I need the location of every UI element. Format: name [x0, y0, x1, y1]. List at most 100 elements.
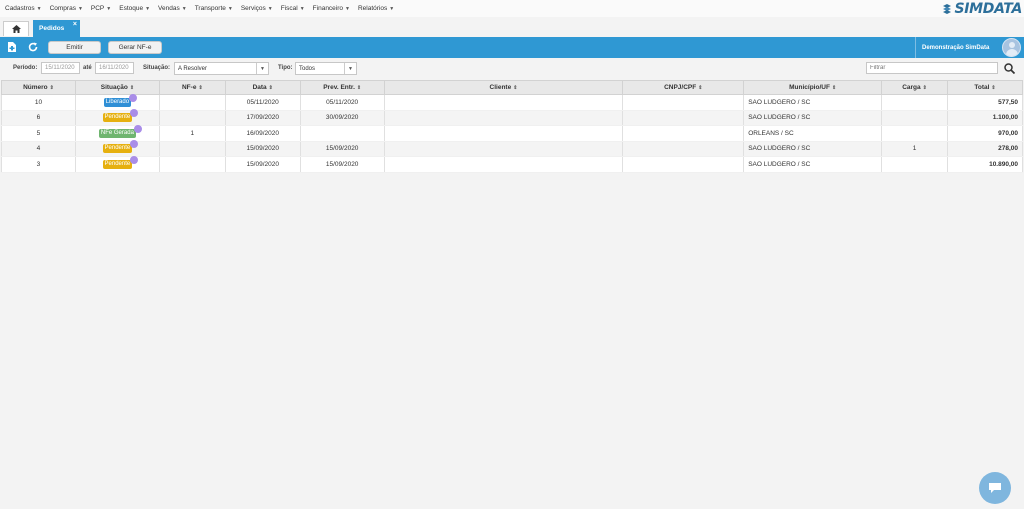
- header-carga[interactable]: Carga ⇕: [881, 80, 949, 95]
- cell-cliente: [383, 110, 624, 126]
- situacao-select[interactable]: A Resolver ▼: [174, 62, 269, 75]
- table-row[interactable]: 4 Pendente 15/09/2020 15/09/2020 SAO LUDGERO…: [1, 140, 1023, 157]
- home-tab[interactable]: [3, 21, 29, 36]
- cell-cnpj: [622, 156, 745, 173]
- tab-pedidos[interactable]: Pedidos ×: [33, 20, 80, 37]
- sort-icon: ⇕: [356, 85, 362, 91]
- cell-carga: [881, 156, 949, 173]
- ate-label: até: [83, 65, 92, 71]
- cell-carga: [881, 94, 949, 111]
- tab-bar: Pedidos ×: [0, 20, 1024, 37]
- sort-icon: ⇕: [698, 85, 703, 91]
- table-row[interactable]: 6 Pendente 17/09/2020 30/09/2020 SAO LUDGERO…: [1, 109, 1023, 126]
- cell-nfe: [158, 94, 226, 111]
- menu-relatorios[interactable]: Relatórios ▼: [358, 5, 394, 12]
- menu-transporte[interactable]: Transporte ▼: [195, 5, 233, 12]
- menu-pcp[interactable]: PCP ▼: [91, 5, 111, 12]
- cell-total: 1.100,00: [947, 110, 1023, 126]
- menu-vendas[interactable]: Vendas ▼: [158, 5, 187, 12]
- gerar-nfe-button[interactable]: Gerar NF-e: [108, 41, 162, 54]
- header-data[interactable]: Data ⇕: [224, 80, 301, 95]
- cell-municipio: SAO LUDGERO / SC: [743, 156, 883, 173]
- menu-fiscal[interactable]: Fiscal ▼: [281, 5, 305, 12]
- sort-icon: ⇕: [922, 85, 927, 91]
- menu-financeiro[interactable]: Financeiro ▼: [313, 5, 350, 12]
- badge-info-icon: [130, 155, 139, 164]
- logo-text: SIMDATA: [954, 1, 1022, 17]
- cell-total: 577,50: [947, 94, 1023, 111]
- cell-prev: 30/09/2020: [299, 110, 385, 126]
- cell-prev: 15/09/2020: [299, 141, 385, 157]
- date-from-field[interactable]: 15/11/2020: [41, 62, 80, 74]
- cell-numero: 5: [1, 125, 76, 142]
- cell-cliente: [383, 156, 624, 173]
- cell-numero: 6: [1, 110, 76, 126]
- sort-icon: ⇕: [129, 85, 135, 91]
- logo-mark-icon: [943, 4, 952, 14]
- cell-cnpj: [622, 110, 745, 126]
- tab-pedidos-label: Pedidos: [39, 25, 65, 32]
- chat-button[interactable]: [979, 472, 1011, 504]
- cell-nfe: [158, 110, 226, 126]
- search-icon[interactable]: [1004, 63, 1015, 74]
- filtrar-input[interactable]: [866, 62, 998, 74]
- home-icon: [11, 25, 21, 33]
- emitir-button[interactable]: Emitir: [48, 41, 101, 54]
- cell-data: 16/09/2020: [224, 125, 301, 142]
- user-menu[interactable]: Demonstração SimData: [915, 37, 1024, 58]
- table-header-row: Número ⇕ Situação ⇕ NF-e ⇕ Data ⇕ Prev. Entr…: [1, 80, 1023, 95]
- status-badge: NFe Gerada: [98, 124, 142, 138]
- tipo-select[interactable]: Todos ▼: [295, 62, 357, 75]
- cell-numero: 3: [1, 156, 76, 173]
- menu-compras[interactable]: Compras ▼: [50, 5, 83, 12]
- sort-icon: ⇕: [268, 85, 273, 91]
- cell-municipio: SAO LUDGERO / SC: [743, 94, 883, 111]
- cell-nfe: 1: [158, 125, 226, 142]
- badge-info-icon: [130, 109, 139, 118]
- header-total[interactable]: Total ⇕: [947, 80, 1023, 95]
- cell-cliente: [383, 141, 624, 157]
- tipo-label: Tipo:: [278, 65, 293, 71]
- header-cnpj-cpf[interactable]: CNPJ/CPF ⇕: [622, 80, 745, 95]
- toolbar: Emitir Gerar NF-e Demonstração SimData: [0, 37, 1024, 58]
- cell-prev: 15/09/2020: [299, 156, 385, 173]
- status-badge: Pendente: [102, 109, 139, 123]
- cell-carga: 1: [881, 141, 949, 157]
- cell-cnpj: [622, 125, 745, 142]
- close-icon[interactable]: ×: [73, 21, 77, 28]
- menu-cadastros[interactable]: Cadastros ▼: [5, 5, 42, 12]
- chevron-down-icon: ▼: [256, 63, 268, 74]
- header-cliente[interactable]: Cliente ⇕: [383, 80, 624, 95]
- header-municipio-uf[interactable]: Município/UF ⇕: [743, 80, 883, 95]
- refresh-icon[interactable]: [28, 42, 38, 55]
- table-row[interactable]: 5 NFe Gerada 1 16/09/2020 ORLEANS / SC 970,00: [1, 124, 1023, 142]
- main-menu: Cadastros ▼ Compras ▼ PCP ▼ Estoque ▼ Vendas…: [0, 0, 1024, 17]
- header-numero[interactable]: Número ⇕: [1, 80, 76, 95]
- header-situacao[interactable]: Situação ⇕: [74, 80, 160, 95]
- situacao-value: A Resolver: [178, 66, 208, 72]
- sort-icon: ⇕: [49, 85, 54, 91]
- table-row[interactable]: 3 Pendente 15/09/2020 15/09/2020 SAO LUDGERO…: [1, 155, 1023, 173]
- user-name: Demonstração SimData: [922, 44, 990, 51]
- cell-municipio: SAO LUDGERO / SC: [743, 110, 883, 126]
- date-to-field[interactable]: 16/11/2020: [95, 62, 134, 74]
- new-document-icon[interactable]: [8, 42, 16, 55]
- cell-cnpj: [622, 141, 745, 157]
- cell-cnpj: [622, 94, 745, 111]
- sort-icon: ⇕: [991, 85, 996, 91]
- cell-numero: 4: [1, 141, 76, 157]
- cell-carga: [881, 125, 949, 142]
- avatar[interactable]: [1002, 38, 1021, 57]
- sort-icon: ⇕: [831, 85, 837, 91]
- cell-numero: 10: [1, 94, 76, 111]
- badge-info-icon: [129, 93, 138, 102]
- table-row[interactable]: 10 Liberado 05/11/2020 05/11/2020 SAO LUDGER…: [1, 93, 1023, 111]
- cell-nfe: [158, 156, 226, 173]
- status-badge: Pendente: [102, 155, 139, 169]
- cell-total: 970,00: [947, 125, 1023, 142]
- header-prev-entr[interactable]: Prev. Entr. ⇕: [299, 80, 385, 95]
- header-nfe[interactable]: NF-e ⇕: [158, 80, 226, 95]
- menu-servicos[interactable]: Serviços ▼: [241, 5, 273, 12]
- cell-data: 15/09/2020: [224, 141, 301, 157]
- menu-estoque[interactable]: Estoque ▼: [119, 5, 150, 12]
